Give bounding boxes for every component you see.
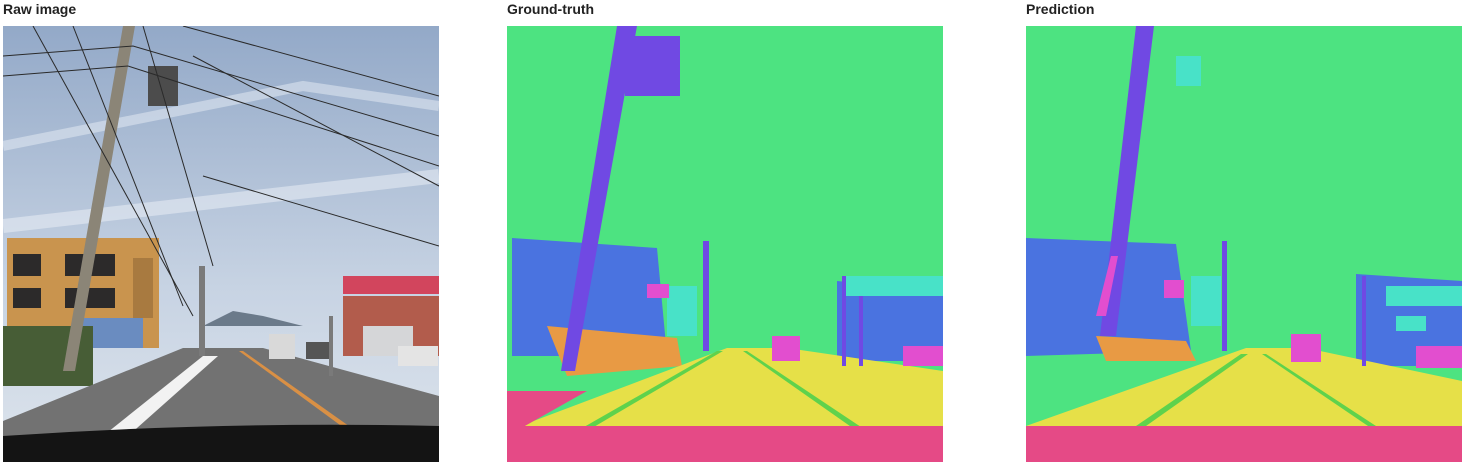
ground-truth-image [507, 26, 943, 462]
prediction-panel: Prediction [1026, 0, 1462, 465]
prediction-image [1026, 26, 1462, 462]
ground-truth-title: Ground-truth [507, 1, 595, 17]
prediction-title: Prediction [1026, 1, 1095, 17]
raw-image [3, 26, 439, 462]
raw-image-panel: Raw image [3, 0, 439, 465]
ground-truth-panel: Ground-truth [507, 0, 943, 465]
raw-image-title: Raw image [3, 1, 77, 17]
